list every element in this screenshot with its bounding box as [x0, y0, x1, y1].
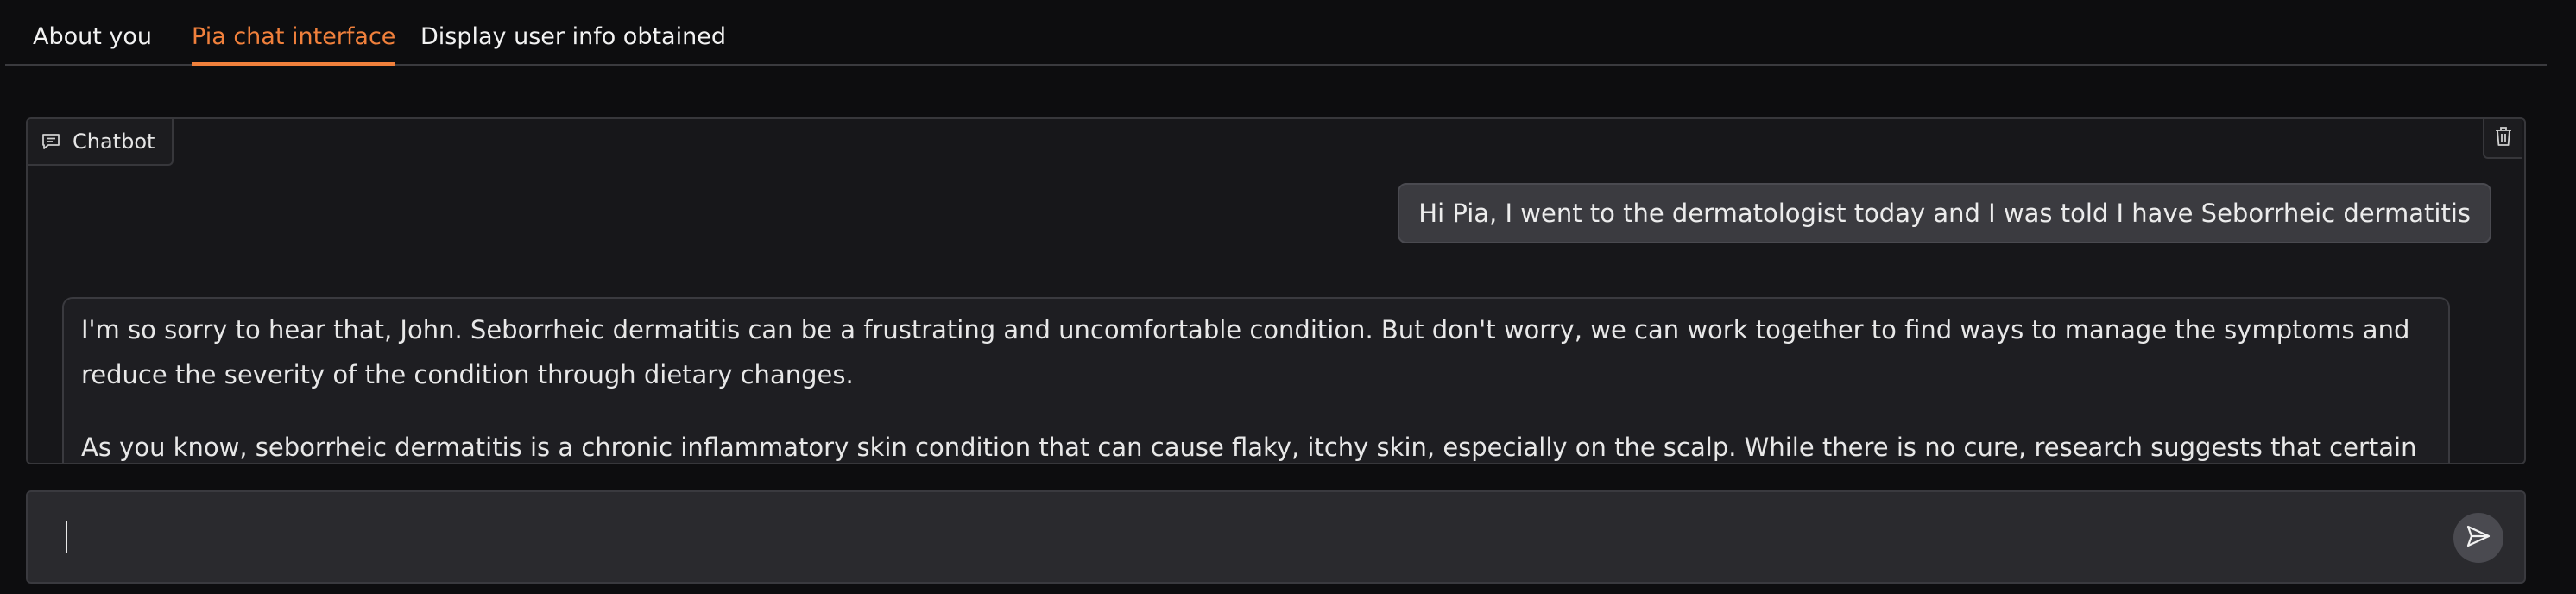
- chatbot-panel: Chatbot Hi Pia, I went to the dermatolog…: [26, 117, 2526, 464]
- chatbot-label-text: Chatbot: [73, 130, 155, 154]
- message-input-panel: [26, 490, 2526, 584]
- tab-pia-chat-interface[interactable]: Pia chat interface: [192, 0, 396, 66]
- trash-icon: [2494, 126, 2513, 150]
- clear-chat-button[interactable]: [2483, 119, 2522, 159]
- tab-display-user-info[interactable]: Display user info obtained: [420, 0, 726, 64]
- user-message: Hi Pia, I went to the dermatologist toda…: [1398, 183, 2491, 243]
- text-caret: [66, 521, 67, 553]
- send-icon: [2466, 524, 2491, 552]
- tab-bar: About you Pia chat interface Display use…: [5, 0, 2547, 66]
- chat-bubble-icon: [41, 133, 60, 150]
- bot-message: I'm so sorry to hear that, John. Seborrh…: [62, 297, 2450, 463]
- tab-about-you[interactable]: About you: [33, 0, 152, 64]
- message-input[interactable]: [62, 518, 2448, 558]
- bot-message-paragraph: As you know, seborrheic dermatitis is a …: [81, 433, 2417, 462]
- chatbot-label: Chatbot: [28, 119, 174, 166]
- send-button[interactable]: [2453, 513, 2503, 563]
- bot-message-paragraph: I'm so sorry to hear that, John. Seborrh…: [81, 315, 2410, 389]
